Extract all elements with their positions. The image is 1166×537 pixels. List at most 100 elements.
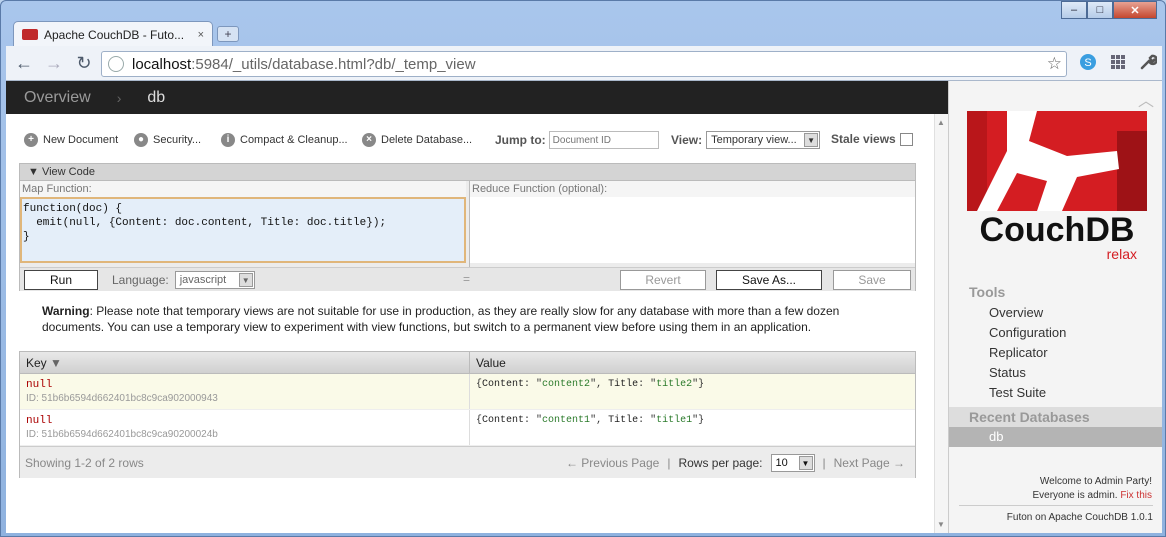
chevron-down-icon: ▼ bbox=[238, 273, 253, 287]
results-table: Key ▼ Value null ID: 51b6b6594d662401bc8… bbox=[19, 351, 916, 478]
compact-label: Compact & Cleanup... bbox=[240, 134, 348, 146]
rows-per-page-value: 10 bbox=[775, 457, 788, 469]
row-value: {Content: "content1", Title: "title1"} bbox=[476, 415, 705, 426]
tab-title: Apache CouchDB - Futo... bbox=[44, 27, 185, 42]
compact-button[interactable]: i Compact & Cleanup... bbox=[221, 133, 348, 147]
recent-header: Recent Databases bbox=[949, 407, 1162, 427]
scroll-down-icon[interactable]: ▼ bbox=[937, 520, 945, 529]
view-code-toggle[interactable]: ▼ View Code bbox=[20, 164, 915, 181]
pager-divider: | bbox=[822, 456, 826, 470]
view-select-value: Temporary view... bbox=[711, 134, 797, 146]
welcome-message: Welcome to Admin Party! Everyone is admi… bbox=[1033, 475, 1153, 503]
new-tab-button[interactable]: + bbox=[217, 26, 239, 42]
welcome-line-2: Everyone is admin. bbox=[1032, 490, 1118, 501]
tab-close-icon[interactable]: × bbox=[198, 29, 204, 41]
key-column-header[interactable]: Key ▼ bbox=[20, 352, 470, 373]
new-document-button[interactable]: + New Document bbox=[24, 133, 118, 147]
save-button[interactable]: Save bbox=[833, 270, 911, 290]
main-content: Overview › db + New Document ● Security...… bbox=[6, 81, 948, 533]
revert-button[interactable]: Revert bbox=[620, 270, 706, 290]
sidebar-item-overview[interactable]: Overview bbox=[949, 303, 1162, 323]
sidebar-item-status[interactable]: Status bbox=[949, 363, 1162, 383]
back-arrow-icon[interactable]: ← bbox=[12, 51, 36, 75]
view-select[interactable]: Temporary view... ▼ bbox=[706, 131, 821, 149]
run-button[interactable]: Run bbox=[24, 270, 98, 290]
save-as-button[interactable]: Save As... bbox=[716, 270, 822, 290]
row-doc-id[interactable]: ID: 51b6b6594d662401bc8c9ca902000943 bbox=[26, 393, 463, 404]
stale-views-checkbox[interactable] bbox=[899, 132, 913, 146]
fix-this-link[interactable]: Fix this bbox=[1120, 490, 1152, 501]
breadcrumb-separator-icon: › bbox=[116, 89, 122, 106]
pager: ← Previous Page | Rows per page: 10 ▼ | … bbox=[566, 454, 905, 472]
row-title-value: title2 bbox=[656, 379, 693, 390]
couchdb-logo-image: CouchDB relax bbox=[967, 111, 1147, 262]
security-button[interactable]: ● Security... bbox=[134, 133, 201, 147]
recent-db-item[interactable]: db bbox=[949, 427, 1162, 447]
delete-icon: × bbox=[362, 133, 376, 147]
url-host: localhost bbox=[132, 55, 192, 73]
document-id-input[interactable] bbox=[548, 131, 659, 149]
close-window-button[interactable]: ✕ bbox=[1113, 1, 1157, 19]
breadcrumb-current: db bbox=[147, 88, 166, 106]
address-bar[interactable]: localhost:5984/_utils/database.html?db/_… bbox=[101, 51, 1067, 77]
delete-database-button[interactable]: × Delete Database... bbox=[362, 133, 472, 147]
scroll-up-icon[interactable]: ▲ bbox=[937, 118, 945, 127]
sidebar-item-replicator[interactable]: Replicator bbox=[949, 343, 1162, 363]
skype-extension-icon[interactable]: S bbox=[1078, 52, 1098, 72]
jump-label: Jump to: bbox=[495, 133, 546, 147]
warning-label: Warning bbox=[42, 304, 90, 318]
row-title-value: title1 bbox=[656, 415, 693, 426]
reduce-function-editor[interactable] bbox=[470, 197, 915, 263]
table-row[interactable]: null ID: 51b6b6594d662401bc8c9ca90200024… bbox=[20, 410, 915, 446]
tools-nav: Tools Overview Configuration Replicator … bbox=[949, 281, 1162, 403]
language-label: Language: bbox=[112, 273, 169, 287]
language-select-value: javascript bbox=[179, 274, 227, 286]
security-icon: ● bbox=[134, 133, 148, 147]
maximize-button[interactable]: □ bbox=[1087, 1, 1113, 19]
collapse-sidebar-icon[interactable]: ︿ bbox=[1138, 87, 1154, 111]
jump-to: Jump to: bbox=[495, 131, 659, 149]
row-value: {Content: "content2", Title: "title2"} bbox=[476, 379, 705, 390]
wrench-menu-icon[interactable] bbox=[1138, 52, 1158, 72]
welcome-line: Welcome to Admin Party! bbox=[1039, 476, 1152, 487]
row-count: Showing 1-2 of 2 rows bbox=[25, 456, 144, 470]
forward-arrow-icon[interactable]: → bbox=[42, 51, 66, 75]
chevron-down-icon: ▼ bbox=[798, 456, 813, 470]
browser-tab[interactable]: Apache CouchDB - Futo... × bbox=[13, 21, 213, 47]
language-select[interactable]: javascript ▼ bbox=[174, 271, 255, 289]
row-doc-id[interactable]: ID: 51b6b6594d662401bc8c9ca90200024b bbox=[26, 429, 463, 440]
map-function-label: Map Function: bbox=[20, 181, 466, 197]
next-page-link[interactable]: Next Page → bbox=[834, 456, 905, 470]
bookmark-star-icon[interactable]: ☆ bbox=[1047, 54, 1062, 74]
map-function-editor[interactable]: function(doc) { emit(null, {Content: doc… bbox=[20, 197, 466, 263]
rows-per-page-select[interactable]: 10 ▼ bbox=[770, 454, 815, 472]
reload-icon[interactable]: ↻ bbox=[72, 51, 96, 75]
view-label: View: bbox=[671, 133, 703, 147]
browser-toolbar: ← → ↻ localhost:5984/_utils/database.htm… bbox=[6, 46, 1162, 81]
view-code-toolbar: Run Language: javascript ▼ = Revert Save… bbox=[20, 267, 915, 291]
sidebar-item-configuration[interactable]: Configuration bbox=[949, 323, 1162, 343]
warning-text: : Please note that temporary views are n… bbox=[42, 304, 840, 334]
reduce-function-label: Reduce Function (optional): bbox=[470, 181, 915, 197]
stale-label: Stale views bbox=[831, 132, 896, 146]
page-icon bbox=[108, 56, 124, 72]
row-key: null bbox=[26, 379, 53, 391]
previous-page-link[interactable]: ← Previous Page bbox=[566, 456, 659, 470]
chevron-down-icon: ▼ bbox=[804, 133, 819, 147]
table-row[interactable]: null ID: 51b6b6594d662401bc8c9ca90200094… bbox=[20, 374, 915, 410]
sidebar: ︿ CouchDB relax Tools Overview Configura… bbox=[948, 81, 1162, 533]
minimize-button[interactable]: – bbox=[1061, 1, 1087, 19]
page-scrollbar[interactable]: ▲ ▼ bbox=[934, 114, 948, 533]
breadcrumb-overview-link[interactable]: Overview bbox=[24, 89, 91, 107]
view-selector: View: Temporary view... ▼ bbox=[671, 131, 821, 149]
apps-grid-icon[interactable] bbox=[1108, 52, 1128, 72]
sidebar-item-test-suite[interactable]: Test Suite bbox=[949, 383, 1162, 403]
resize-grip-icon[interactable]: = bbox=[463, 272, 470, 286]
tools-header: Tools bbox=[969, 284, 1006, 300]
pager-divider: | bbox=[667, 456, 671, 470]
row-content-value: content1 bbox=[542, 415, 591, 426]
page: Overview › db + New Document ● Security...… bbox=[6, 81, 1162, 533]
reduce-pane: Reduce Function (optional): bbox=[469, 181, 915, 267]
database-actions: + New Document ● Security... i Compact & Cl… bbox=[6, 129, 934, 153]
sidebar-footer: Futon on Apache CouchDB 1.0.1 bbox=[959, 505, 1153, 523]
